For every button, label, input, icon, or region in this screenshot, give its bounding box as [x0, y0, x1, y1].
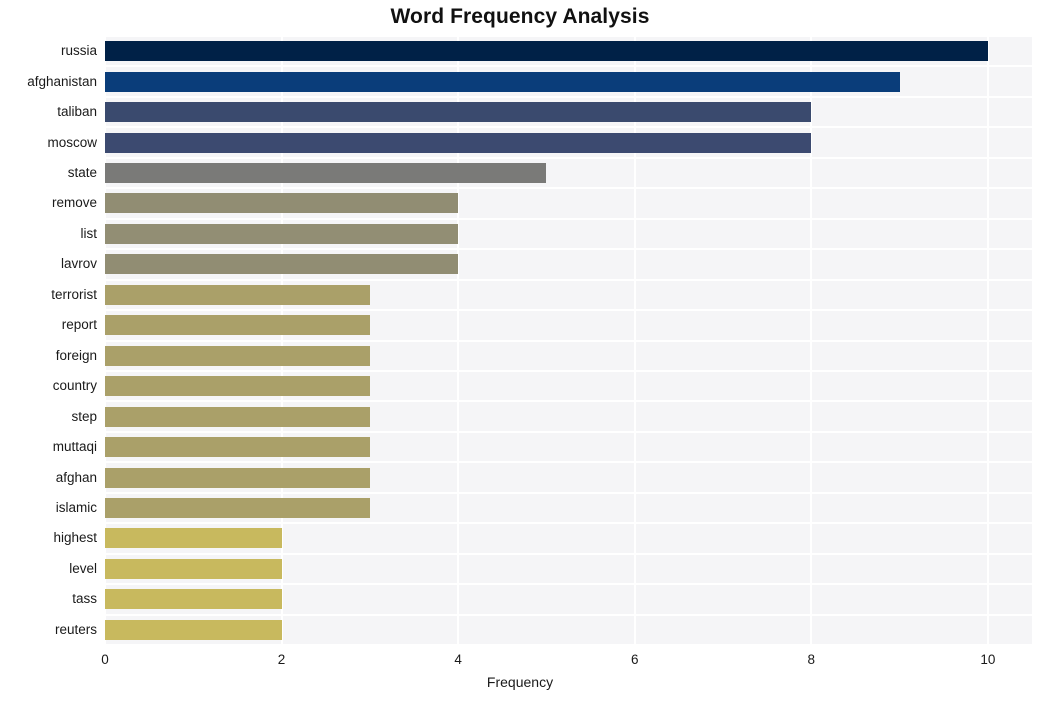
y-tick-label: remove [51, 195, 97, 211]
y-tick-label: moscow [47, 134, 97, 150]
y-tick-label: terrorist [51, 286, 97, 302]
bar [105, 315, 370, 336]
y-tick-label: lavrov [60, 256, 97, 272]
bar [105, 41, 988, 62]
bar-series [105, 36, 1032, 645]
x-axis-tick-labels: 0 2 4 6 8 10 [0, 645, 1040, 675]
y-tick-label: foreign [55, 347, 97, 363]
y-tick-label: highest [53, 530, 97, 546]
y-tick-label: country [52, 378, 97, 394]
y-tick-label: afghanistan [27, 73, 97, 89]
y-tick-label: state [67, 165, 97, 181]
bar [105, 102, 812, 123]
x-tick-label: 0 [101, 652, 109, 667]
y-tick-label: muttaqi [52, 439, 97, 455]
bar [105, 376, 370, 397]
x-tick-label: 8 [807, 652, 816, 667]
bar [105, 223, 459, 244]
bar [105, 558, 282, 579]
y-tick-label: step [71, 408, 97, 424]
y-tick-label: list [80, 225, 98, 241]
y-tick-label: islamic [55, 499, 97, 515]
y-tick-label: afghan [55, 469, 97, 485]
bar [105, 284, 370, 305]
bar [105, 467, 370, 488]
bar [105, 193, 459, 214]
bar [105, 619, 282, 640]
bar [105, 589, 282, 610]
y-tick-label: russia [60, 43, 97, 59]
x-tick-label: 6 [630, 652, 639, 667]
chart-figure: Word Frequency Analysis russia afghanista… [0, 0, 1040, 701]
bar [105, 437, 370, 458]
bar [105, 254, 459, 275]
plot-area [105, 36, 1032, 645]
y-tick-label: tass [72, 591, 97, 607]
y-tick-label: reuters [54, 621, 97, 637]
y-tick-label: level [69, 560, 97, 576]
bar [105, 528, 282, 549]
x-tick-label: 4 [454, 652, 462, 667]
bar [105, 132, 812, 153]
bar [105, 406, 370, 427]
bar [105, 497, 370, 518]
chart-title: Word Frequency Analysis [390, 5, 650, 28]
x-tick-label: 2 [277, 652, 286, 667]
bar [105, 163, 547, 184]
y-tick-label: report [61, 317, 97, 333]
x-tick-label: 10 [980, 652, 996, 667]
bar [105, 345, 370, 366]
bar [105, 71, 900, 92]
x-axis-title: Frequency [486, 674, 554, 690]
y-axis-tick-labels: russia afghanistan taliban moscow state remov… [0, 36, 97, 645]
y-tick-label: taliban [57, 104, 97, 120]
